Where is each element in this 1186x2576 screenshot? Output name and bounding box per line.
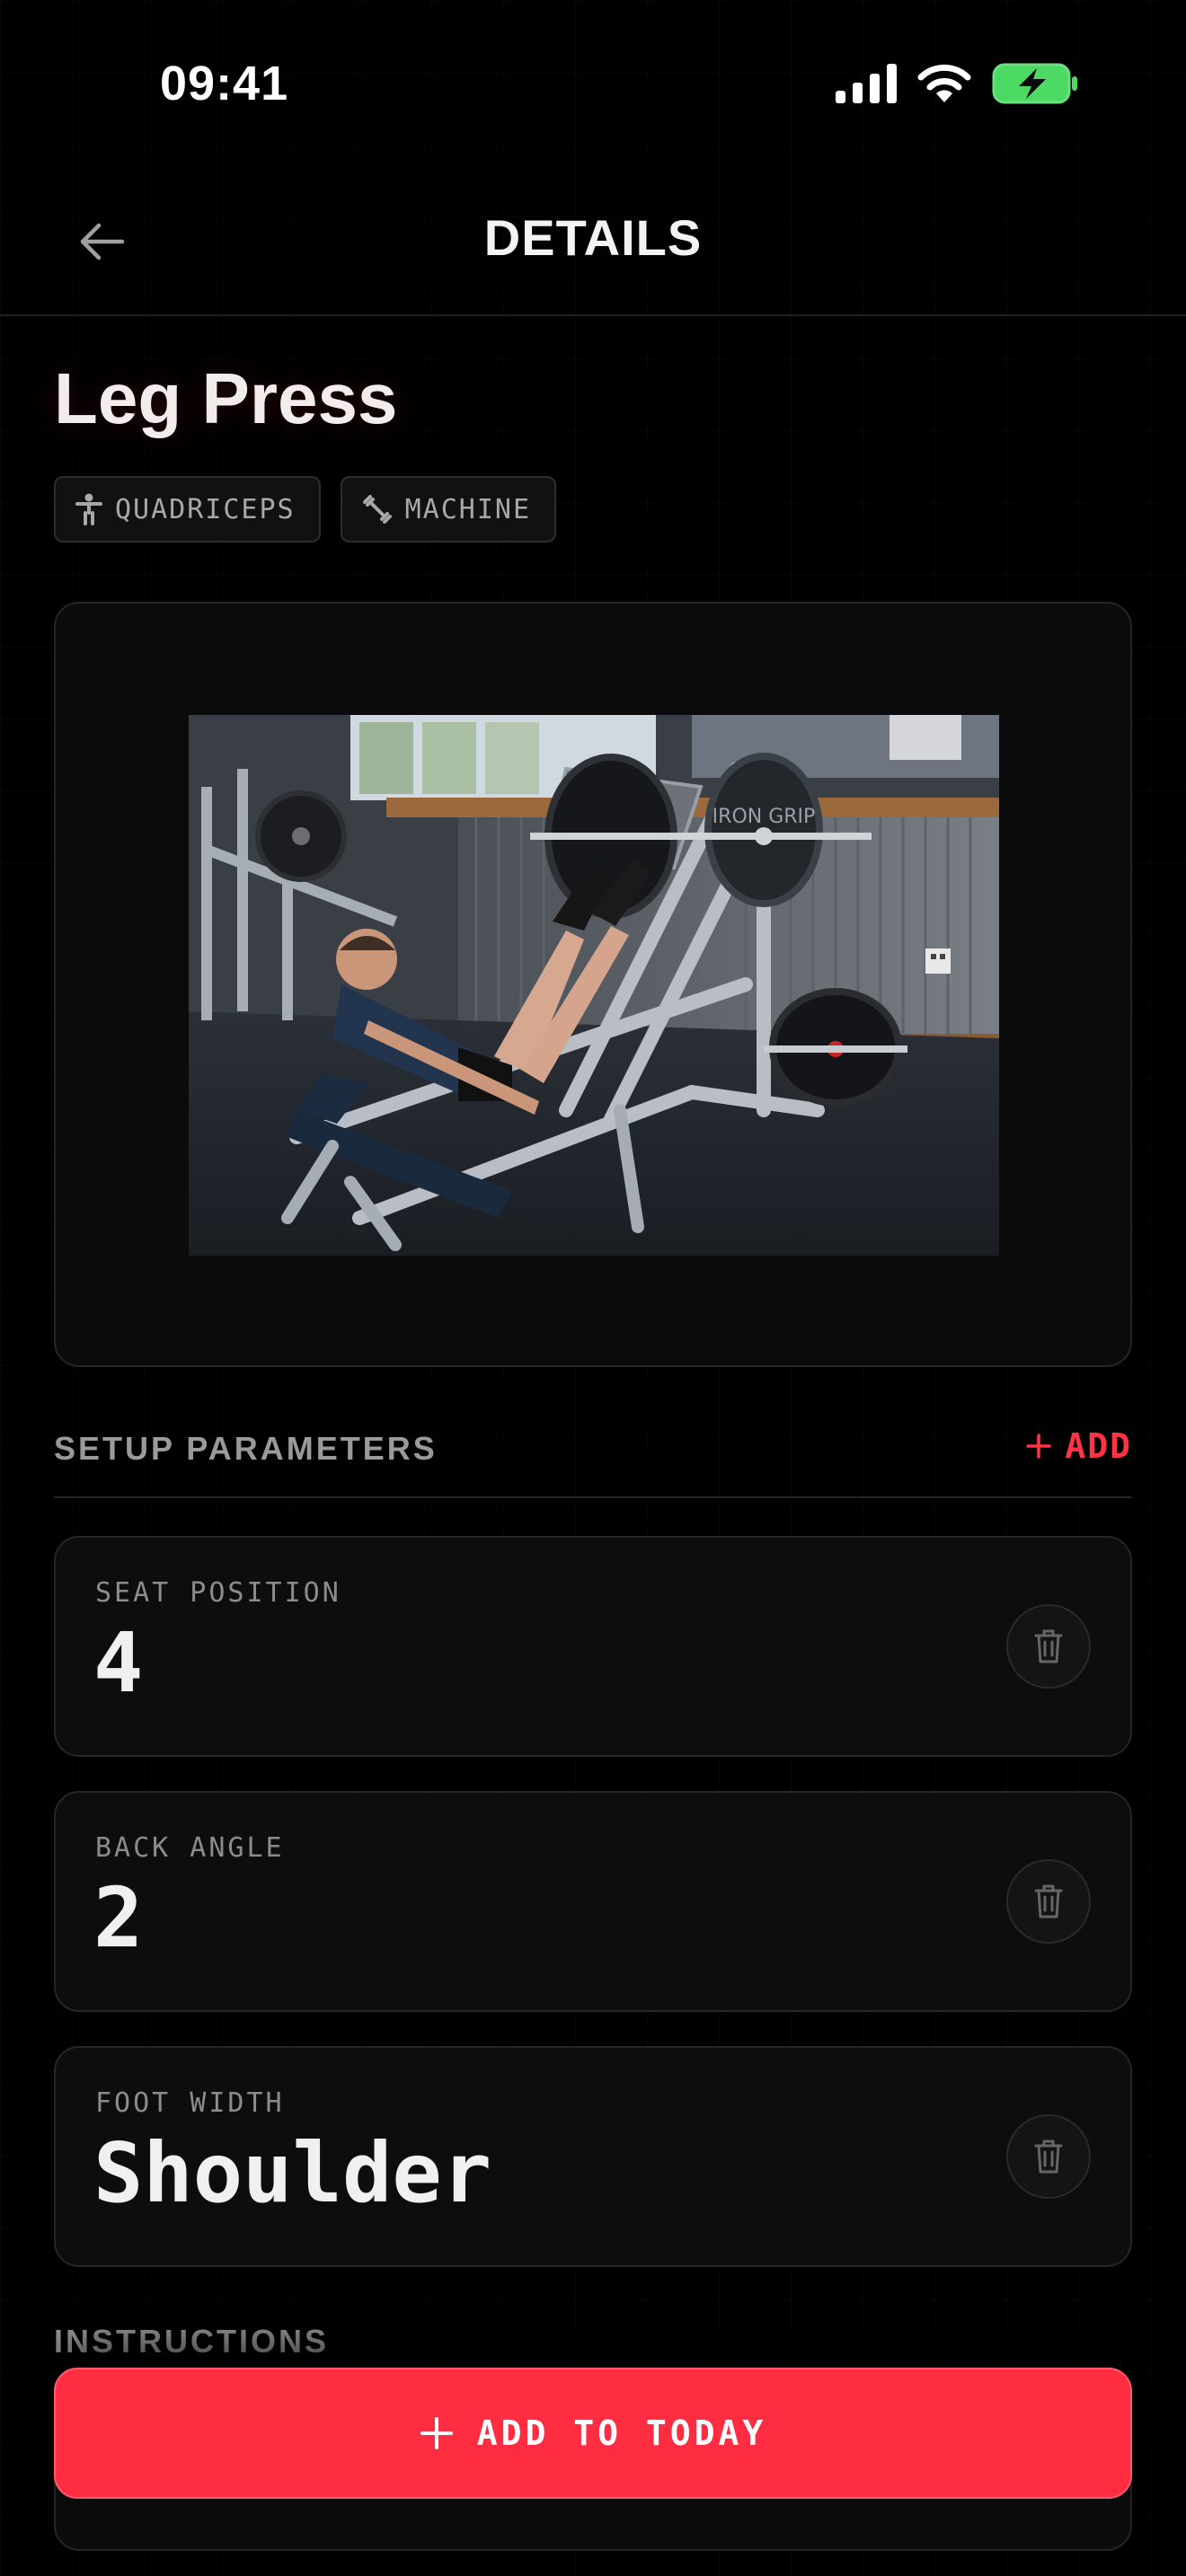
- leg-press-illustration: IRON GRIP: [189, 715, 999, 1256]
- signal-icon: [836, 64, 897, 103]
- wifi-icon: [917, 64, 971, 102]
- param-value[interactable]: 4: [93, 1615, 143, 1711]
- exercise-tags: QUADRICEPS MACHINE: [54, 476, 557, 543]
- add-to-today-button[interactable]: ADD TO TODAY: [54, 2368, 1132, 2499]
- dumbbell-icon: [362, 495, 392, 524]
- battery-charging-icon: [992, 63, 1077, 104]
- status-time: 09:41: [160, 57, 289, 110]
- setup-parameters-title: SETUP PARAMETERS: [54, 1430, 438, 1467]
- status-icons: [836, 63, 1078, 104]
- tag-equipment: MACHINE: [340, 476, 557, 543]
- tag-label: MACHINE: [404, 493, 532, 525]
- setup-parameters-header: SETUP PARAMETERS ADD: [54, 1419, 1132, 1498]
- delete-param-button[interactable]: [1006, 1604, 1091, 1689]
- top-navigation-bar: DETAILS: [0, 171, 1186, 316]
- delete-param-button[interactable]: [1006, 2114, 1091, 2199]
- trash-icon: [1034, 1629, 1063, 1663]
- param-label: SEAT POSITION: [95, 1577, 341, 1609]
- param-value[interactable]: 2: [93, 1870, 143, 1966]
- trash-icon: [1034, 1884, 1063, 1919]
- tag-label: QUADRICEPS: [115, 493, 296, 525]
- tag-muscle-group: QUADRICEPS: [54, 476, 321, 543]
- instructions-title: INSTRUCTIONS: [54, 2323, 329, 2360]
- plus-icon: [1026, 1434, 1052, 1459]
- person-icon: [75, 493, 102, 525]
- param-card-seat-position[interactable]: SEAT POSITION 4: [54, 1536, 1132, 1757]
- param-value[interactable]: Shoulder: [93, 2125, 491, 2221]
- param-label: FOOT WIDTH: [95, 2087, 285, 2119]
- param-card-back-angle[interactable]: BACK ANGLE 2: [54, 1791, 1132, 2012]
- add-to-today-label: ADD TO TODAY: [476, 2413, 767, 2453]
- param-card-foot-width[interactable]: FOOT WIDTH Shoulder: [54, 2046, 1132, 2267]
- delete-param-button[interactable]: [1006, 1859, 1091, 1944]
- trash-icon: [1034, 2139, 1063, 2174]
- plus-icon: [420, 2417, 453, 2449]
- exercise-image: IRON GRIP: [189, 715, 999, 1256]
- status-bar: 09:41: [0, 0, 1186, 171]
- add-parameter-label: ADD: [1065, 1426, 1132, 1466]
- exercise-title: Leg Press: [54, 358, 398, 438]
- page-title: DETAILS: [483, 209, 703, 266]
- exercise-image-card: IRON GRIP: [54, 602, 1132, 1367]
- svg-text:IRON GRIP: IRON GRIP: [712, 806, 816, 828]
- add-parameter-button[interactable]: ADD: [1025, 1426, 1132, 1466]
- param-label: BACK ANGLE: [95, 1832, 285, 1864]
